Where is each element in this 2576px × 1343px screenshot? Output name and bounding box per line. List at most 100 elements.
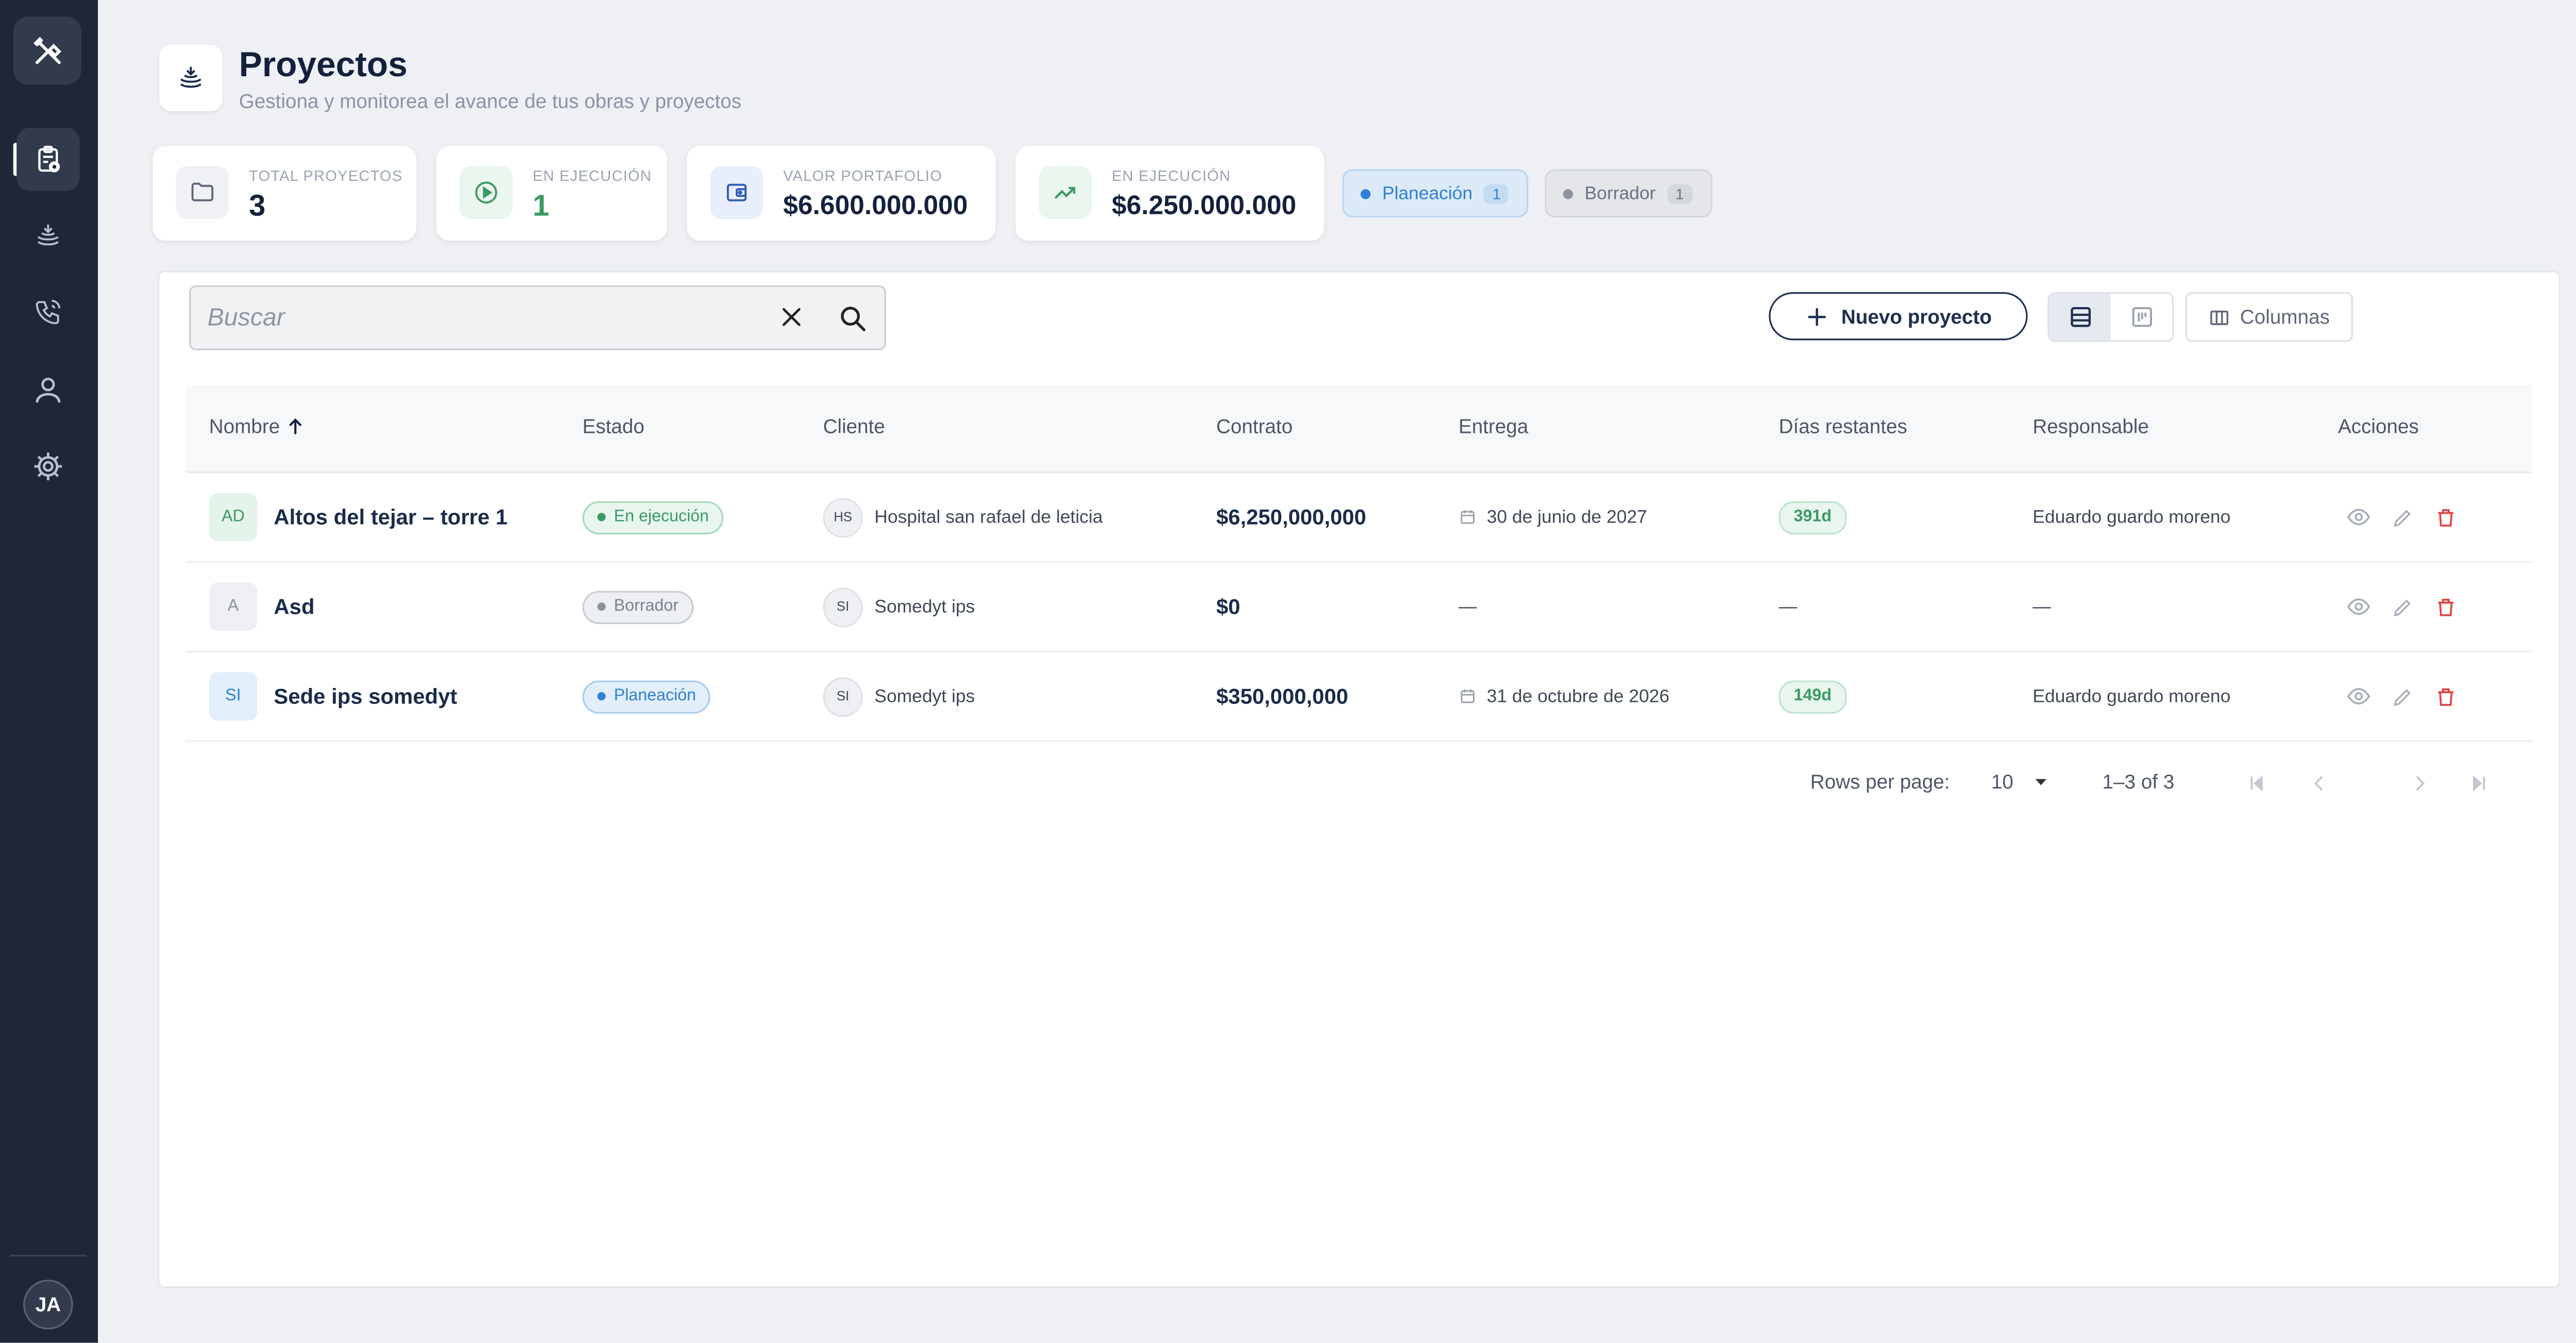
chip-label: Borrador	[1584, 183, 1656, 204]
search-field[interactable]: Buscar	[189, 285, 886, 350]
status-dot	[1360, 188, 1371, 198]
column-header-cliente[interactable]: Cliente	[823, 415, 885, 438]
caret-down-icon	[2036, 779, 2047, 785]
client-name: Somedyt ips	[874, 596, 975, 617]
sidebar-item-settings[interactable]	[16, 435, 79, 498]
delivery-date: 30 de junio de 2027	[1486, 507, 1648, 527]
status-dot	[597, 602, 606, 611]
user-icon	[36, 377, 61, 403]
sidebar-divider	[10, 1254, 87, 1257]
filter-chip-planeacion[interactable]: Planeación 1	[1342, 169, 1529, 217]
rows-per-page-select[interactable]: 10	[1991, 770, 2050, 793]
project-avatar: SI	[209, 672, 258, 720]
contract-value: $0	[1216, 594, 1241, 619]
table-row[interactable]: A Asd Borrador SI Somedyt ips $0 — — —	[185, 563, 2532, 652]
eye-icon[interactable]	[2346, 594, 2371, 619]
search-icon[interactable]	[838, 304, 868, 342]
stat-label: En ejecución	[1111, 167, 1231, 184]
delete-icon[interactable]	[2434, 595, 2458, 618]
calendar-icon	[1461, 689, 1475, 703]
board-view-button[interactable]	[2111, 294, 2172, 340]
eye-icon[interactable]	[2346, 684, 2371, 709]
chip-count: 1	[1484, 183, 1510, 204]
rows-per-page-label: Rows per page:	[1810, 770, 1950, 794]
status-label: En ejecución	[614, 508, 709, 526]
column-header-entrega[interactable]: Entrega	[1459, 415, 1528, 438]
contract-value: $6,250,000,000	[1216, 505, 1366, 530]
search-input[interactable]: Buscar	[208, 304, 285, 332]
calendar-icon	[1461, 510, 1475, 524]
delete-icon[interactable]	[2434, 685, 2458, 708]
project-name[interactable]: Altos del tejar – torre 1	[274, 505, 507, 529]
last-page-icon	[2473, 775, 2485, 792]
owner-name: Eduardo guardo moreno	[2032, 507, 2231, 527]
stat-card-portfolio: Valor portafolio $6.600.000.000	[687, 146, 996, 241]
prev-page-button[interactable]	[2310, 774, 2330, 798]
status-badge: Borrador	[582, 590, 693, 624]
column-header-dias[interactable]: Días restantes	[1779, 415, 1907, 438]
delivery-date: —	[1458, 596, 1477, 617]
stat-value: 3	[249, 189, 266, 223]
page-icon	[159, 44, 223, 111]
last-page-button[interactable]	[2469, 774, 2489, 798]
edit-icon[interactable]	[2391, 685, 2414, 708]
status-dot	[597, 692, 606, 701]
table-row[interactable]: SI Sede ips somedyt Planeación SI Somedy…	[185, 652, 2532, 742]
client-name: Somedyt ips	[874, 686, 975, 707]
table-row[interactable]: AD Altos del tejar – torre 1 En ejecució…	[185, 473, 2532, 563]
next-page-button[interactable]	[2409, 774, 2429, 798]
column-header-responsable[interactable]: Responsable	[2032, 415, 2149, 438]
stat-card-total: Total proyectos 3	[152, 146, 417, 241]
columns-label: Columnas	[2240, 305, 2330, 329]
stat-label: Total proyectos	[249, 167, 403, 184]
clear-icon[interactable]	[778, 304, 805, 339]
sidebar-item-projects[interactable]	[16, 127, 80, 191]
project-name[interactable]: Sede ips somedyt	[274, 684, 457, 709]
edit-icon[interactable]	[2391, 506, 2414, 529]
plus-icon	[1807, 307, 1825, 325]
eye-icon[interactable]	[2346, 505, 2371, 529]
chevron-right-icon	[2416, 776, 2425, 791]
rows-per-page-value: 10	[1991, 770, 2013, 794]
column-header-nombre[interactable]: Nombre	[209, 415, 305, 438]
sort-asc-icon	[289, 418, 301, 434]
kanban-icon	[2131, 307, 2151, 327]
clipboard-add-icon	[38, 145, 60, 173]
stat-value: 1	[532, 189, 550, 223]
sidebar: JA	[0, 0, 98, 1343]
sidebar-item-users[interactable]	[16, 359, 79, 422]
user-avatar[interactable]: JA	[23, 1280, 73, 1330]
status-label: Planeación	[614, 687, 697, 706]
chip-count: 1	[1667, 183, 1692, 204]
client-avatar: SI	[823, 676, 863, 716]
stat-value: $6.600.000.000	[783, 192, 968, 221]
filter-chip-borrador[interactable]: Borrador 1	[1545, 169, 1713, 217]
layers-icon	[180, 66, 201, 88]
folder-icon	[176, 166, 229, 220]
edit-icon[interactable]	[2391, 595, 2414, 618]
delete-icon[interactable]	[2434, 506, 2458, 529]
client-name: Hospital san rafael de leticia	[874, 507, 1103, 527]
status-badge: En ejecución	[582, 500, 724, 534]
project-avatar: AD	[209, 493, 258, 541]
status-dot	[597, 513, 606, 522]
project-avatar: A	[209, 582, 258, 631]
column-header-estado[interactable]: Estado	[582, 415, 644, 438]
app-logo[interactable]	[13, 16, 81, 85]
sidebar-item-works[interactable]	[16, 204, 79, 267]
client-avatar: HS	[823, 497, 863, 537]
sidebar-item-contacts[interactable]	[16, 280, 79, 343]
first-page-icon	[2250, 775, 2263, 792]
phone-icon	[36, 299, 61, 325]
new-project-button[interactable]: Nuevo proyecto	[1769, 292, 2028, 341]
columns-button[interactable]: Columnas	[2185, 292, 2353, 342]
days-remaining: —	[1778, 596, 1798, 617]
column-header-contrato[interactable]: Contrato	[1216, 415, 1293, 438]
projects-panel: Buscar Nuevo proyecto Columnas Nombre Es…	[157, 270, 2561, 1288]
column-label: Nombre	[209, 415, 280, 439]
stat-label: En ejecución	[532, 167, 652, 184]
project-name[interactable]: Asd	[274, 594, 314, 619]
list-view-button[interactable]	[2049, 294, 2111, 341]
first-page-button[interactable]	[2247, 774, 2267, 798]
trend-up-icon	[1039, 166, 1092, 220]
